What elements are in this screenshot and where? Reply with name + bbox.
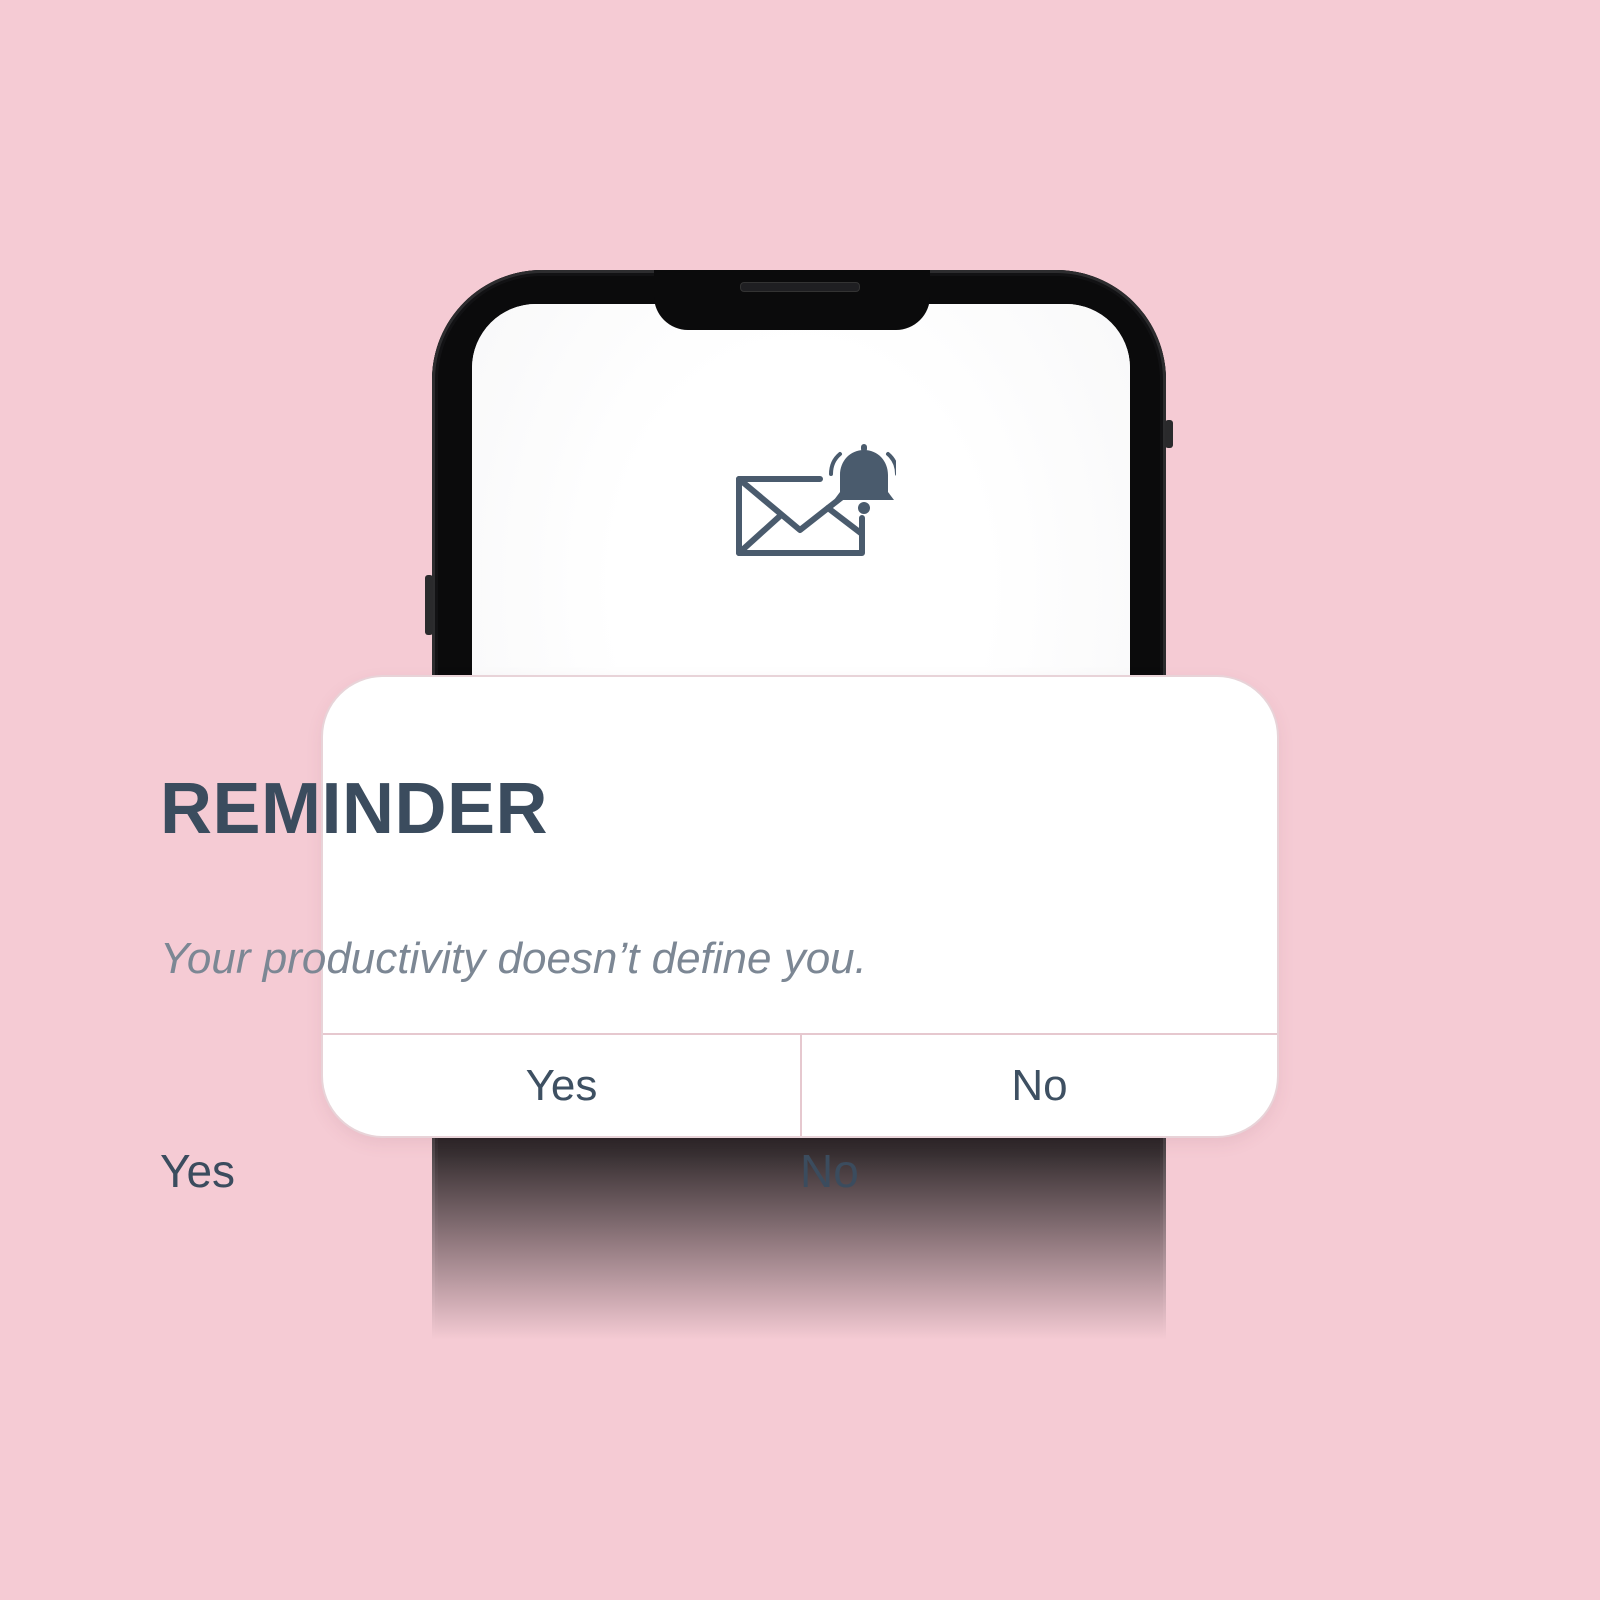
phone-speaker xyxy=(740,282,860,292)
phone-side-button xyxy=(425,575,433,635)
yes-button[interactable]: Yes xyxy=(160,1148,235,1194)
dialog-yes-button[interactable]: Yes xyxy=(323,1035,800,1136)
no-button[interactable]: No xyxy=(800,1148,859,1194)
reminder-message: Your productivity doesn’t define you. xyxy=(160,934,867,983)
mail-bell-icon xyxy=(736,444,896,556)
phone-notch xyxy=(654,270,930,330)
dialog-no-button[interactable]: No xyxy=(802,1035,1277,1136)
phone-side-button xyxy=(1165,420,1173,448)
reminder-title: REMINDER xyxy=(160,769,549,849)
phone-fade xyxy=(432,1110,1166,1340)
reminder-dialog: Yes No xyxy=(323,677,1277,1136)
